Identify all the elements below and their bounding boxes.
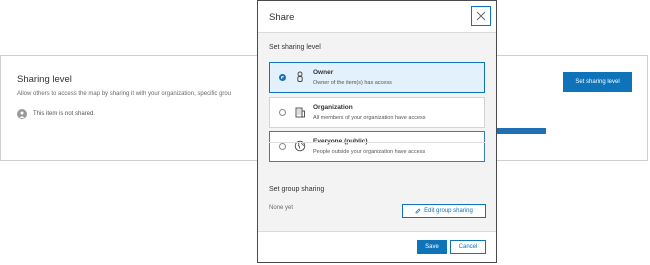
organization-radio[interactable] (279, 109, 286, 116)
option-everyone[interactable]: Everyone (public) People outside your or… (269, 131, 485, 162)
close-button[interactable] (471, 6, 491, 26)
option-owner[interactable]: Owner Owner of the item(s) has access (269, 62, 485, 93)
dialog-body: Set sharing level Owner Owner of the ite… (258, 33, 496, 232)
set-sharing-level-button[interactable]: Set sharing level (563, 72, 632, 92)
dialog-footer: Save Cancel (258, 231, 496, 262)
sharing-level-title: Sharing level (17, 74, 72, 85)
dialog-header: Share (258, 1, 496, 33)
group-sharing-value: None yet (269, 205, 294, 211)
pencil-icon (415, 208, 421, 214)
group-sharing-label: Set group sharing (269, 186, 325, 193)
dialog-title: Share (269, 12, 295, 23)
option-owner-title: Owner (313, 69, 334, 76)
building-icon (295, 107, 305, 118)
option-organization[interactable]: Organization All members of your organiz… (269, 97, 485, 128)
option-owner-desc: Owner of the item(s) has access (313, 80, 392, 86)
option-organization-desc: All members of your organization have ac… (313, 115, 426, 121)
save-button[interactable]: Save (417, 240, 447, 254)
person-icon (297, 71, 303, 82)
share-dialog: Share Set sharing level Owner Owner of t… (257, 0, 497, 263)
close-icon (476, 11, 486, 21)
everyone-radio[interactable] (279, 143, 286, 150)
option-organization-title: Organization (313, 104, 353, 111)
share-status: This item is not shared. (17, 109, 95, 119)
cancel-button[interactable]: Cancel (450, 240, 486, 254)
edit-group-sharing-button[interactable]: Edit group sharing (402, 204, 486, 218)
section-divider (269, 142, 485, 143)
owner-icon (17, 109, 27, 119)
sharing-level-label: Set sharing level (269, 44, 321, 51)
share-status-text: This item is not shared. (33, 111, 96, 117)
edit-group-sharing-label: Edit group sharing (424, 208, 473, 214)
owner-radio[interactable] (279, 74, 286, 81)
sharing-level-description: Allow others to access the map by sharin… (17, 91, 232, 97)
option-everyone-desc: People outside your organization have ac… (313, 149, 426, 155)
